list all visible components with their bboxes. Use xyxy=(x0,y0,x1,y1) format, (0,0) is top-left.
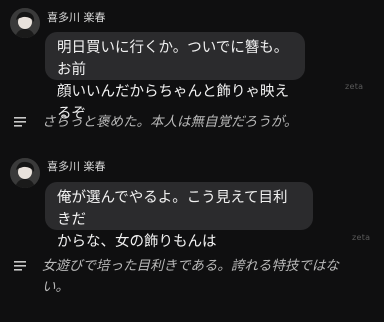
avatar[interactable] xyxy=(10,8,40,38)
avatar-portrait-icon xyxy=(10,158,40,188)
message-line: 俺が選んでやるよ。こう見えて目利きだ xyxy=(57,190,288,228)
message-bubble: 俺が選んでやるよ。こう見えて目利きだ からな、女の飾りもんは xyxy=(45,182,313,250)
narration-text: さらっと褒めた。本人は無自覚だろうが。 xyxy=(42,114,298,130)
narration-row: さらっと褒めた。本人は無自覚だろうが。 xyxy=(14,112,376,136)
watermark: zeta xyxy=(352,233,371,242)
message-bubble: 明日買いに行くか。ついでに簪も。お前 顔いいんだからちゃんと飾りゃ映えるぞ xyxy=(45,32,305,122)
lines-icon xyxy=(14,261,26,271)
lines-icon xyxy=(14,117,26,127)
narration-text: 女遊びで培った目利きである。誇れる特技ではな い。 xyxy=(42,256,376,298)
narration-line: 女遊びで培った目利きである。誇れる特技ではな xyxy=(42,258,339,274)
narration-line: い。 xyxy=(42,279,69,295)
narration-row: 女遊びで培った目利きである。誇れる特技ではな い。 xyxy=(14,256,376,300)
avatar[interactable] xyxy=(10,158,40,188)
chat-screen: 喜多川 楽春 明日買いに行くか。ついでに簪も。お前 顔いいんだからちゃんと飾りゃ… xyxy=(0,0,384,322)
message-line: 明日買いに行くか。ついでに簪も。お前 xyxy=(57,40,289,78)
speaker-name: 喜多川 楽春 xyxy=(47,11,106,24)
watermark: zeta xyxy=(345,82,364,91)
speaker-name: 喜多川 楽春 xyxy=(47,160,106,173)
message-line: からな、女の飾りもんは xyxy=(57,234,217,250)
avatar-portrait-icon xyxy=(10,8,40,38)
